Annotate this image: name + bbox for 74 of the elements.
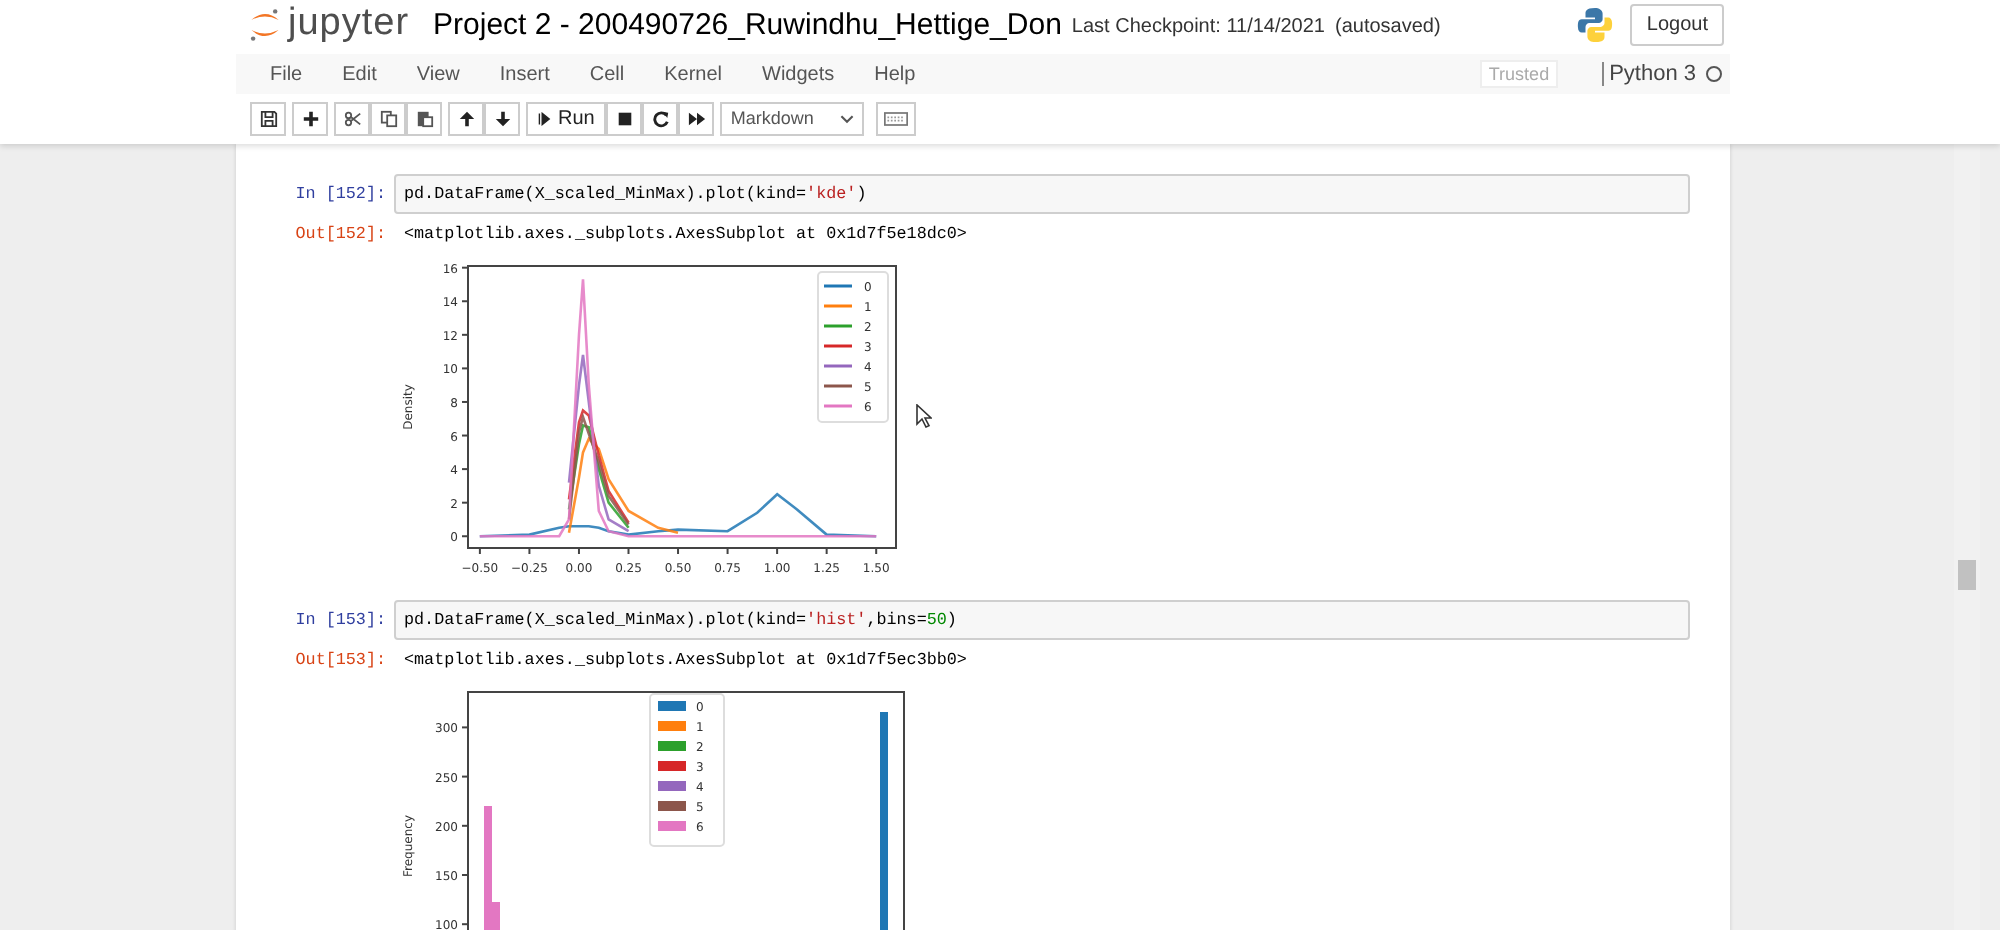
y-tick xyxy=(461,400,469,403)
restart-icon xyxy=(651,109,670,127)
y-tick xyxy=(461,266,469,269)
paste-button[interactable] xyxy=(406,101,442,135)
run-button[interactable]: Run xyxy=(526,101,607,135)
scissors-icon xyxy=(343,109,361,127)
y-tick xyxy=(461,468,469,471)
fast-forward-button[interactable] xyxy=(678,101,715,135)
x-tick xyxy=(528,547,531,555)
output-prompt: Out[153]: xyxy=(293,650,388,670)
menu-item[interactable]: Kernel xyxy=(664,63,723,85)
output-text: <matplotlib.axes._subplots.AxesSubplot at 0x1d7f5ec3bb0> xyxy=(402,650,967,670)
keyboard-icon xyxy=(884,111,909,125)
x-tick xyxy=(726,547,729,555)
y-tick xyxy=(461,434,469,437)
jupyter-logo-icon xyxy=(248,5,282,43)
paste-icon xyxy=(415,109,433,127)
y-tick xyxy=(461,535,469,538)
stop-icon xyxy=(615,109,634,127)
x-tick xyxy=(825,547,828,555)
cell-type-dropdown[interactable]: Markdown xyxy=(720,101,865,135)
python-logo-icon xyxy=(1576,5,1615,43)
y-tick xyxy=(461,923,469,926)
x-tick xyxy=(577,547,580,555)
notebook-title[interactable]: Project 2 - 200490726_Ruwindhu_Hettige_Don xyxy=(433,7,1062,41)
output-prompt: Out[152]: xyxy=(293,224,388,244)
menu-item[interactable]: Cell xyxy=(589,63,625,85)
input-prompt: In [152]: xyxy=(293,184,388,204)
x-tick xyxy=(875,547,878,555)
restart-button[interactable] xyxy=(642,101,679,135)
code-input[interactable]: pd.DataFrame(X_scaled_MinMax).plot(kind='hist',bins=50) xyxy=(394,600,1690,640)
jupyter-logo-text: jupyter xyxy=(288,2,410,46)
menu-item[interactable]: Insert xyxy=(499,63,550,85)
menu-item[interactable]: Help xyxy=(874,63,916,85)
y-tick xyxy=(461,367,469,370)
logout-button[interactable]: Logout xyxy=(1630,3,1724,45)
menu-item[interactable]: View xyxy=(416,63,460,85)
copy-button[interactable] xyxy=(370,101,406,135)
y-tick xyxy=(461,501,469,504)
mouse-cursor-icon xyxy=(916,404,932,428)
output-text: <matplotlib.axes._subplots.AxesSubplot at 0x1d7f5e18dc0> xyxy=(402,224,967,244)
caret-icon xyxy=(840,113,855,123)
copy-icon xyxy=(379,109,397,127)
x-tick xyxy=(776,547,779,555)
arrow-down-icon xyxy=(493,109,511,127)
y-tick xyxy=(461,775,469,778)
run-icon xyxy=(538,111,552,125)
x-tick xyxy=(677,547,680,555)
keyboard-button[interactable] xyxy=(876,101,917,135)
y-tick xyxy=(461,824,469,827)
move-down-button[interactable] xyxy=(484,101,520,135)
cut-button[interactable] xyxy=(334,101,370,135)
stop-button[interactable] xyxy=(606,101,643,135)
save-icon xyxy=(259,109,277,127)
y-tick xyxy=(461,333,469,336)
menu-item[interactable]: Widgets xyxy=(762,63,835,85)
fast-forward-icon xyxy=(687,109,706,127)
x-tick xyxy=(478,547,481,555)
y-tick xyxy=(461,874,469,876)
save-button[interactable] xyxy=(250,101,286,135)
y-tick xyxy=(461,726,469,729)
plus-icon xyxy=(301,109,319,127)
insert-cell-button[interactable] xyxy=(292,101,328,135)
move-up-button[interactable] xyxy=(448,101,484,135)
input-prompt: In [153]: xyxy=(293,610,388,630)
menu-item[interactable]: Edit xyxy=(342,63,377,85)
y-tick xyxy=(461,300,469,303)
kernel-name[interactable]: Python 3 xyxy=(1601,62,1696,86)
arrow-up-icon xyxy=(457,109,475,127)
x-tick xyxy=(627,547,630,555)
checkpoint-text: Last Checkpoint: 11/14/2021 xyxy=(1071,16,1325,38)
code-input[interactable]: pd.DataFrame(X_scaled_MinMax).plot(kind='kde') xyxy=(394,174,1690,214)
menu-item[interactable]: File xyxy=(270,63,303,85)
autosave-status: (autosaved) xyxy=(1335,16,1441,38)
